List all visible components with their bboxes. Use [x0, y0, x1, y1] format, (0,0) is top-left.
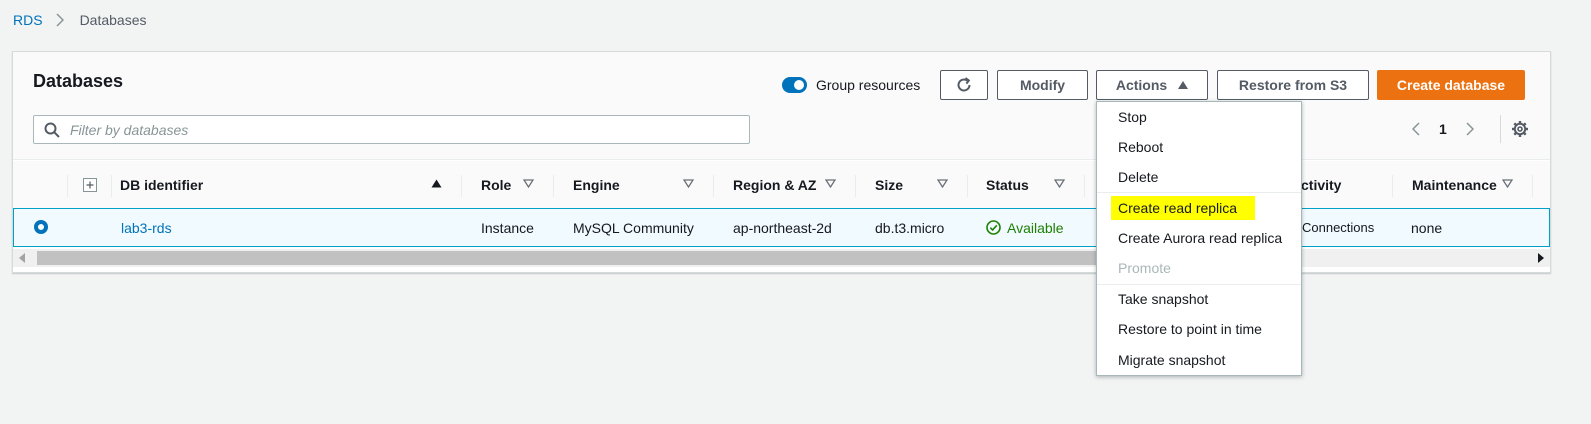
row-radio-selected[interactable] [34, 220, 48, 234]
column-header-status[interactable]: Status [986, 161, 1029, 209]
cell-role: Instance [481, 219, 534, 236]
column-header-role[interactable]: Role [481, 161, 511, 209]
actions-button-label: Actions [1115, 77, 1168, 93]
column-divider [1532, 175, 1533, 197]
highlighted-label: Create read replica [1111, 196, 1256, 220]
page-title: Databases [33, 71, 124, 91]
breadcrumb-current: Databases [79, 12, 147, 28]
column-divider [1392, 175, 1393, 197]
column-header-region[interactable]: Region & AZ [733, 161, 816, 209]
column-header-size[interactable]: Size [875, 161, 903, 209]
group-resources-toggle-wrap: Group resources [782, 77, 920, 93]
actions-dropdown-menu: Stop Reboot Delete Create read replica C… [1096, 101, 1302, 376]
cell-maintenance: none [1411, 219, 1443, 236]
scroll-right-icon[interactable] [1538, 253, 1544, 263]
cell-status: Available [986, 209, 1064, 246]
chevron-left-icon[interactable] [1410, 121, 1422, 137]
column-divider [553, 175, 554, 197]
column-header-activity[interactable]: ctivity [1301, 161, 1341, 209]
group-resources-label: Group resources [816, 77, 921, 93]
search-icon [44, 122, 60, 138]
db-identifier-link[interactable]: lab3-rds [121, 209, 172, 246]
check-circle-icon [986, 220, 1001, 235]
menu-item-stop[interactable]: Stop [1097, 102, 1301, 132]
menu-item-create-aurora-read-replica[interactable]: Create Aurora read replica [1097, 223, 1301, 253]
pagination: 1 [1410, 119, 1476, 139]
column-divider [713, 175, 714, 197]
menu-item-promote: Promote [1118, 260, 1171, 276]
sort-icon[interactable] [1502, 179, 1513, 188]
menu-item-migrate-snapshot[interactable]: Migrate snapshot [1097, 345, 1301, 375]
menu-item-restore-point-in-time[interactable]: Restore to point in time [1097, 314, 1301, 344]
filter-databases-input[interactable] [70, 121, 720, 138]
refresh-icon [957, 77, 971, 92]
column-header-engine[interactable]: Engine [573, 161, 620, 209]
chevron-right-icon[interactable] [1464, 121, 1476, 137]
cell-engine: MySQL Community [573, 219, 694, 236]
search-box [33, 115, 750, 144]
divider [1500, 115, 1501, 143]
column-header-maintenance[interactable]: Maintenance [1412, 161, 1497, 209]
sort-icon[interactable] [523, 179, 534, 188]
column-divider [461, 175, 462, 197]
menu-item-take-snapshot[interactable]: Take snapshot [1097, 284, 1301, 314]
toggle-knob [794, 80, 804, 90]
menu-item-delete[interactable]: Delete [1097, 162, 1301, 192]
modify-button[interactable]: Modify [997, 70, 1088, 100]
sort-ascending-icon[interactable] [431, 179, 442, 188]
cell-activity: Connections [1302, 220, 1375, 235]
restore-from-s3-button[interactable]: Restore from S3 [1217, 70, 1369, 100]
menu-item-reboot[interactable]: Reboot [1097, 132, 1301, 162]
column-divider [1084, 175, 1085, 197]
column-divider [111, 175, 112, 197]
page-number[interactable]: 1 [1439, 121, 1447, 137]
breadcrumb-rds-link[interactable]: RDS [13, 12, 43, 28]
sort-icon[interactable] [683, 179, 694, 188]
column-divider [967, 175, 968, 197]
caret-up-icon [1178, 81, 1189, 89]
scrollbar-thumb[interactable] [37, 251, 1137, 265]
create-database-button[interactable]: Create database [1377, 70, 1525, 100]
column-divider [855, 175, 856, 197]
menu-item-create-read-replica[interactable]: Create read replica [1097, 193, 1301, 223]
databases-panel: Databases Group resources Modify Actions… [12, 51, 1551, 273]
actions-button[interactable]: Actions [1096, 70, 1208, 100]
cell-size: db.t3.micro [875, 219, 945, 236]
refresh-button[interactable] [940, 70, 988, 100]
sort-icon[interactable] [937, 179, 948, 188]
horizontal-scrollbar[interactable] [13, 249, 1550, 267]
sort-icon[interactable] [825, 179, 836, 188]
scroll-left-icon[interactable] [19, 253, 25, 263]
expand-all-icon[interactable] [83, 178, 97, 192]
cell-region: ap-northeast-2d [733, 219, 832, 236]
table-row[interactable]: lab3-rds Instance MySQL Community ap-nor… [13, 208, 1550, 247]
gear-icon[interactable] [1511, 120, 1529, 138]
group-resources-toggle[interactable] [782, 77, 807, 93]
sort-icon[interactable] [1054, 179, 1065, 188]
chevron-right-icon [56, 13, 68, 27]
breadcrumb: RDS Databases [13, 12, 147, 28]
table-header: DB identifier Role Engine Region & AZ Si… [13, 161, 1550, 209]
status-label: Available [1007, 219, 1064, 236]
column-header-db-identifier[interactable]: DB identifier [120, 161, 203, 209]
column-divider [67, 175, 68, 197]
